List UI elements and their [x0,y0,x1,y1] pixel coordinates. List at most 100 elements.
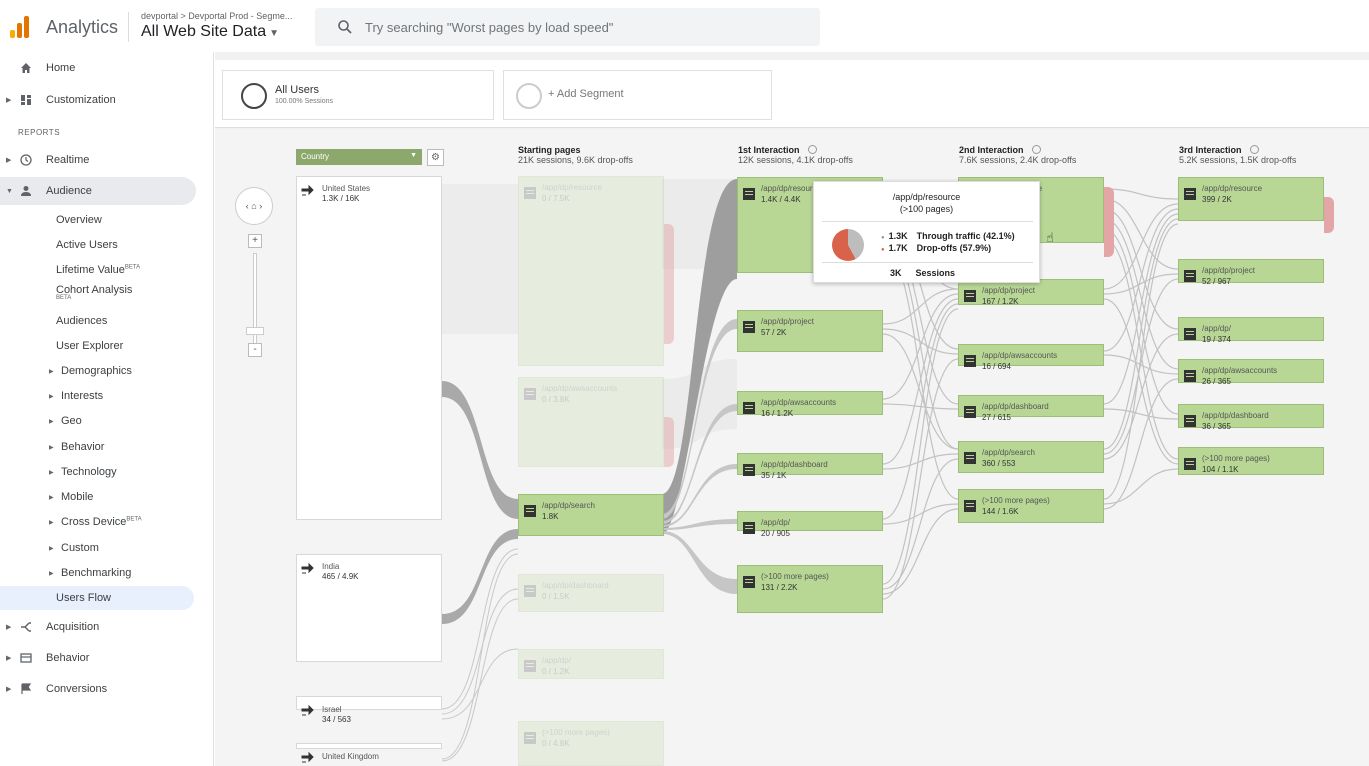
page-node[interactable]: /app/dp/awsaccounts 26 / 365 [1178,359,1324,386]
page-icon [524,585,536,597]
page-node[interactable]: /app/dp/resource 399 / 2K [1178,177,1324,221]
page-node[interactable]: (>100 more pages) 0 / 4.8K [518,721,664,766]
account-breadcrumb[interactable]: devportal > Devportal Prod - Segme... [141,11,292,21]
sidebar-item-technology[interactable]: ▶ Technology [0,461,194,483]
page-node[interactable]: /app/dp/dashboard 0 / 1.5K [518,574,664,612]
page-value: 35 / 1K [761,471,787,480]
search-bar[interactable]: Try searching "Worst pages by load speed… [315,8,820,46]
sessions-label: Sessions [915,268,956,278]
page-node[interactable]: /app/dp/search 1.8K [518,494,664,536]
column-title: 1st Interaction [738,145,853,155]
page-icon [524,660,536,672]
sidebar-item-benchmarking[interactable]: ▶ Benchmarking [0,562,194,584]
country-node[interactable]: United States 1.3K / 16K [296,176,442,520]
page-node[interactable]: /app/dp/project 52 / 967 [1178,259,1324,286]
add-segment-button[interactable]: + Add Segment [503,70,772,120]
dropoff-bar[interactable] [664,224,674,344]
header-divider [128,12,129,42]
page-node[interactable]: /app/dp/awsaccounts 16 / 694 [958,344,1104,371]
sidebar-item-user-explorer[interactable]: User Explorer [0,335,194,357]
nav-home[interactable]: Home [0,54,196,82]
through-label: Through traffic (42.1%) [916,231,1015,241]
nav-audience-label: Audience [46,185,92,197]
dimension-dropdown[interactable]: Country ▼ [296,149,422,165]
sidebar-item-behavior[interactable]: ▶ Behavior [0,436,194,458]
sidebar-item-mobile[interactable]: ▶ Mobile [0,486,194,508]
page-name: /app/dp/ [542,656,571,665]
page-value: 20 / 905 [761,529,790,538]
sidebar-item-users-flow[interactable]: Users Flow [0,586,194,610]
page-node[interactable]: /app/dp/project 57 / 2K [737,310,883,352]
sidebar-item-audiences[interactable]: Audiences [0,310,194,332]
column-header-3rd-interaction: 3rd Interaction 5.2K sessions, 1.5K drop… [1179,145,1296,165]
sidebar-item-demographics[interactable]: ▶ Demographics [0,360,194,382]
page-value: 144 / 1.6K [982,507,1019,516]
sidebar-item-custom[interactable]: ▶ Custom [0,537,194,559]
page-node[interactable]: (>100 more pages) 144 / 1.6K [958,489,1104,523]
page-node[interactable]: /app/dp/awsaccounts 0 / 3.8K [518,377,664,467]
nav-realtime[interactable]: ▶ Realtime [0,146,196,174]
settings-icon[interactable] [1249,145,1259,154]
page-node[interactable]: /app/dp/search 360 / 553 [958,441,1104,473]
nav-audience[interactable]: ▼ Audience [0,177,196,205]
country-node[interactable]: United Kingdom [296,743,442,763]
zoom-in-button[interactable]: + [248,234,262,248]
page-node[interactable]: /app/dp/20 / 905 [737,511,883,538]
report-content: All Users 100.00% Sessions + Add Segment [215,52,1369,766]
page-name: /app/dp/dashboard [761,460,828,469]
nav-customization[interactable]: ▶ Customization [0,86,196,114]
dropoff-bar[interactable] [664,417,674,467]
country-node[interactable]: Israel 34 / 563 [296,696,442,724]
nav-acquisition[interactable]: ▶ Acquisition [0,613,196,641]
lifetime-value-text: Lifetime Value [56,264,125,276]
column-title: 3rd Interaction [1179,145,1296,155]
sidebar-item-active-users[interactable]: Active Users [0,234,194,256]
page-node[interactable]: /app/dp/awsaccounts 16 / 1.2K [737,391,883,418]
page-icon [964,355,976,367]
sidebar-item-cohort-analysis[interactable]: Cohort Analysis BETA [0,281,194,305]
sidebar-item-interests[interactable]: ▶ Interests [0,385,194,407]
dimension-settings-gear-icon[interactable]: ⚙ [427,149,444,166]
country-node[interactable]: India 465 / 4.9K [296,554,442,662]
sidebar-item-label: Audiences [56,315,108,327]
dropoff-bar[interactable] [1324,197,1334,233]
zoom-out-button[interactable]: - [248,343,262,357]
reports-section-label: REPORTS [18,128,61,137]
sidebar-item-overview[interactable]: Overview [0,209,194,231]
nav-behavior[interactable]: ▶ Behavior [0,644,196,672]
page-node[interactable]: /app/dp/19 / 374 [1178,317,1324,344]
segment-circle-icon [241,83,267,109]
page-icon [964,452,976,464]
sidebar-item-lifetime-value[interactable]: Lifetime ValueBETA [0,259,194,281]
sidebar-item-label: Behavior [61,441,105,453]
page-value: 36 / 365 [1202,422,1231,431]
page-node[interactable]: (>100 more pages) 131 / 2.2K [737,565,883,613]
page-name: /app/dp/awsaccounts [1202,366,1278,375]
dropoff-bar[interactable] [1104,187,1114,257]
page-node[interactable]: /app/dp/0 / 1.2K [518,649,664,679]
page-icon [1184,328,1196,340]
page-node[interactable]: /app/dp/dashboard 27 / 615 [958,395,1104,422]
sidebar-item-cross-device[interactable]: ▶ Cross DeviceBETA [0,511,194,533]
segment-all-users[interactable]: All Users 100.00% Sessions [222,70,494,120]
settings-icon[interactable] [1031,145,1041,154]
view-selector[interactable]: All Web Site Data ▼ [141,23,279,41]
page-name: (>100 more pages) [1202,454,1270,463]
page-node[interactable]: /app/dp/dashboard 36 / 365 [1178,404,1324,431]
country-value: 1.3K / 16K [322,194,360,203]
page-value: 0 / 7.5K [542,194,570,203]
page-node[interactable]: /app/dp/dashboard 35 / 1K [737,453,883,480]
through-dot-icon: ● [881,235,885,241]
page-icon [743,522,755,534]
analytics-logo-icon[interactable] [10,14,32,38]
pan-control[interactable]: ‹ ⌂ › [235,187,273,225]
caret-down-icon: ▼ [269,28,279,39]
nav-conversions[interactable]: ▶ Conversions [0,675,196,703]
segment-bar: All Users 100.00% Sessions + Add Segment [215,60,1369,128]
page-node[interactable]: (>100 more pages) 104 / 1.1K [1178,447,1324,475]
page-icon [524,187,536,199]
sidebar-item-geo[interactable]: ▶ Geo [0,410,194,432]
settings-icon[interactable] [807,145,817,154]
zoom-slider-handle[interactable] [246,327,264,335]
page-node[interactable]: /app/dp/resource 0 / 7.5K [518,176,664,366]
